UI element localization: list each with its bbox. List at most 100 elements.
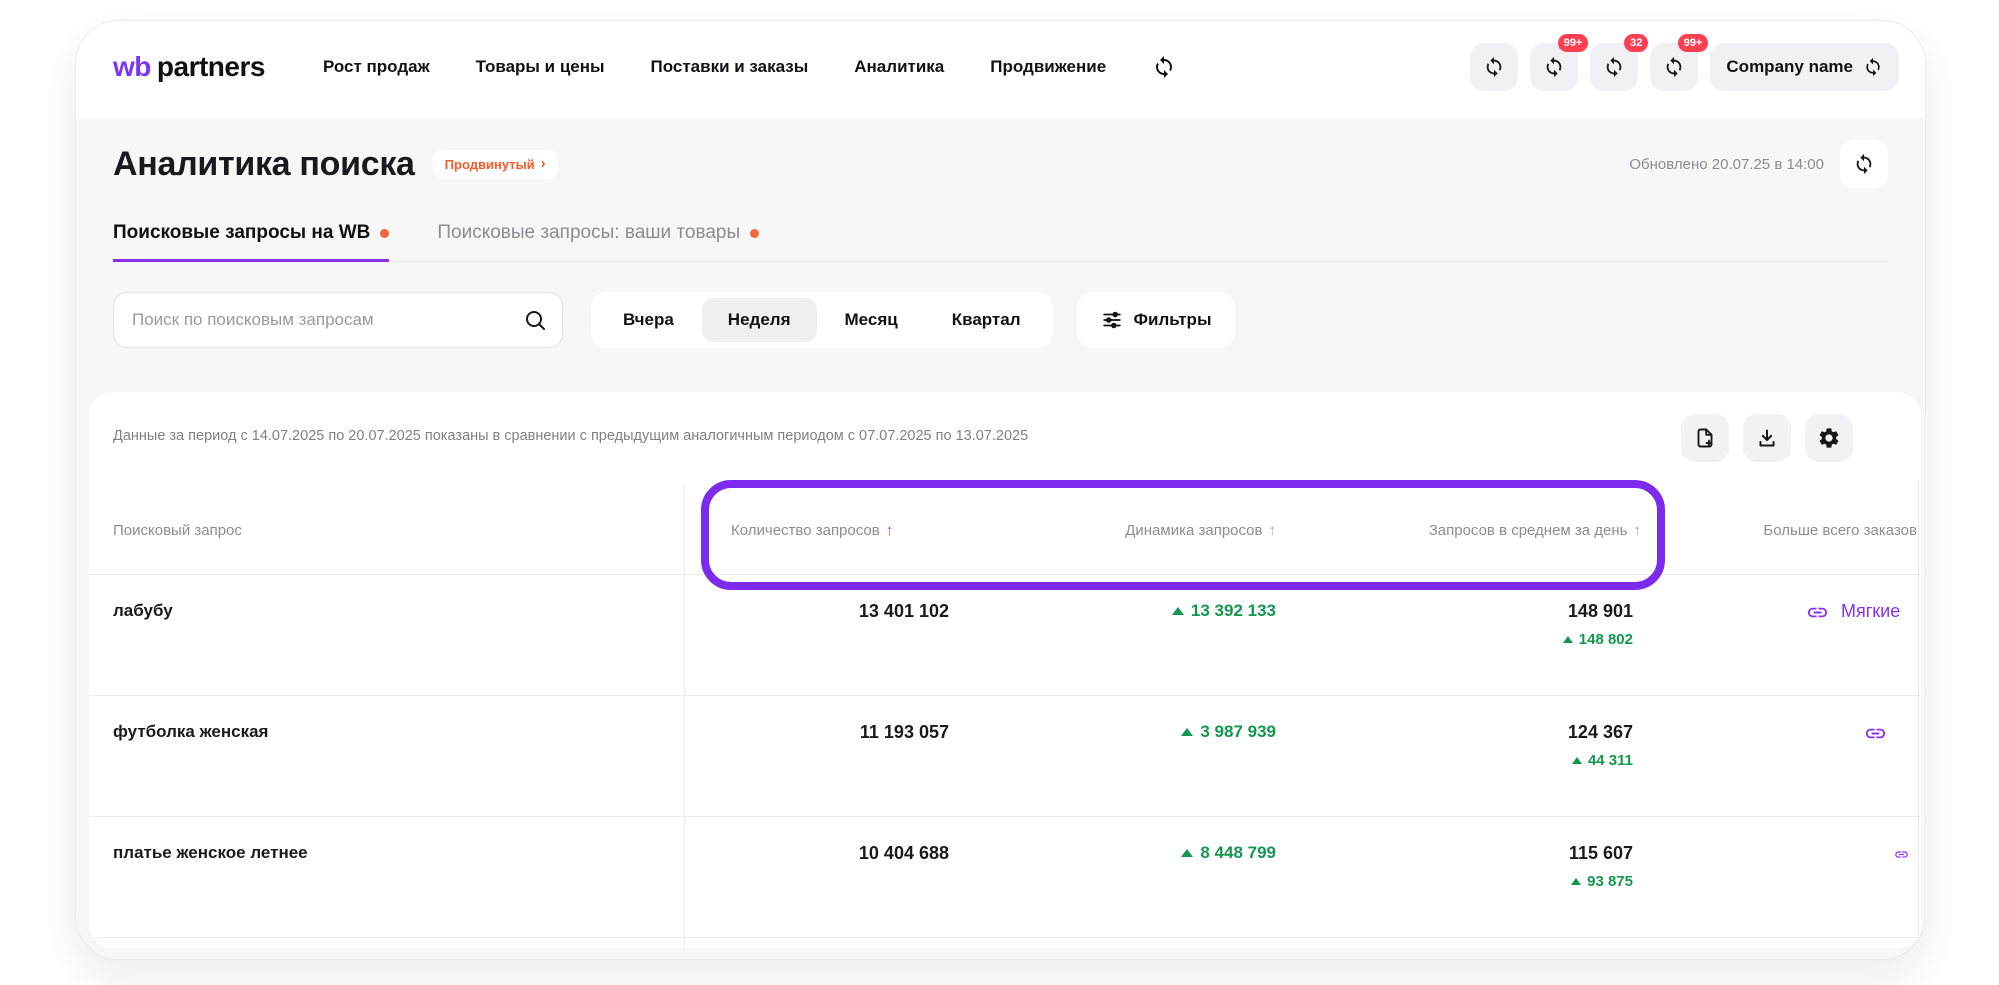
- tab-search-queries-your-goods[interactable]: Поисковые запросы: ваши товары: [437, 222, 759, 262]
- search-input[interactable]: [113, 292, 563, 348]
- settings-button[interactable]: [1805, 414, 1853, 462]
- nav-item-sales-growth[interactable]: Рост продаж: [323, 57, 430, 77]
- orders-cell[interactable]: [1659, 817, 1921, 937]
- avg-value: 148 901: [1334, 601, 1633, 622]
- up-arrow-icon: [1571, 878, 1581, 885]
- period-week-button[interactable]: Неделя: [702, 298, 817, 342]
- avg-delta: 44 311: [1334, 752, 1633, 769]
- period-segmented-control: Вчера Неделя Месяц Квартал: [591, 292, 1053, 348]
- period-quarter-button[interactable]: Квартал: [926, 298, 1047, 342]
- dynamics-cell: 8 448 799: [1014, 817, 1334, 937]
- up-arrow-icon: [1572, 757, 1582, 764]
- topbar-icon-button-4[interactable]: 99+: [1650, 43, 1698, 91]
- link-icon: [1806, 601, 1829, 624]
- up-arrow-icon: [1172, 607, 1184, 615]
- link-icon: [1864, 722, 1887, 745]
- controls-row: Вчера Неделя Месяц Квартал Фильтры: [113, 292, 1888, 348]
- refresh-button[interactable]: [1840, 140, 1888, 188]
- avg-delta-value: 93 875: [1587, 873, 1633, 890]
- period-month-button[interactable]: Месяц: [819, 298, 924, 342]
- column-header-query-count[interactable]: Количество запросов ↑: [684, 486, 1014, 574]
- orders-cell[interactable]: Мягкие: [1659, 575, 1921, 695]
- table-row[interactable]: футболка женская 11 193 057 3 987 939 12…: [89, 695, 1921, 816]
- search-icon[interactable]: [523, 308, 547, 332]
- page-title: Аналитика поиска: [113, 145, 415, 184]
- company-name-label: Company name: [1726, 57, 1853, 77]
- gear-icon: [1817, 426, 1841, 450]
- logo-partners: partners: [157, 51, 265, 83]
- column-header-query: Поисковый запрос: [89, 486, 684, 574]
- search-box: [113, 292, 563, 348]
- wb-partners-logo[interactable]: wbpartners: [113, 51, 265, 83]
- nav-item-goods-prices[interactable]: Товары и цены: [476, 57, 605, 77]
- column-header-query-dynamics[interactable]: Динамика запросов ↑: [1014, 486, 1334, 574]
- column-header-label: Запросов в среднем за день: [1429, 522, 1628, 539]
- column-header-avg-per-day[interactable]: Запросов в среднем за день ↑: [1334, 486, 1659, 574]
- avg-cell: 148 901 148 802: [1334, 575, 1659, 695]
- download-icon: [1755, 426, 1779, 450]
- nav-item-promotion[interactable]: Продвижение: [990, 57, 1106, 77]
- topbar-actions: 99+ 32 99+ Company name: [1470, 43, 1899, 91]
- table-header-row: Поисковый запрос Количество запросов ↑ Д…: [89, 486, 1921, 574]
- dynamics-cell: 13 392 133: [1014, 575, 1334, 695]
- screenshot-stage: wbpartners Рост продаж Товары и цены Пос…: [0, 0, 1999, 985]
- sync-icon: [1863, 57, 1883, 77]
- logo-wb: wb: [113, 51, 151, 83]
- column-header-label: Динамика запросов: [1125, 522, 1262, 539]
- advanced-plan-label: Продвинутый: [445, 157, 535, 172]
- queries-table: Поисковый запрос Количество запросов ↑ Д…: [89, 486, 1921, 948]
- updated-wrap: Обновлено 20.07.25 в 14:00: [1629, 140, 1888, 188]
- orders-link[interactable]: Мягкие: [1841, 601, 1900, 622]
- title-row: Аналитика поиска Продвинутый › Обновлено…: [113, 140, 1888, 188]
- period-note: Данные за период с 14.07.2025 по 20.07.2…: [113, 428, 1028, 444]
- avg-delta: 93 875: [1334, 873, 1633, 890]
- nav-item-supplies-orders[interactable]: Поставки и заказы: [651, 57, 809, 77]
- updated-timestamp: Обновлено 20.07.25 в 14:00: [1629, 156, 1824, 173]
- filters-button[interactable]: Фильтры: [1077, 292, 1236, 348]
- table-row[interactable]: лабубу 13 401 102 13 392 133 148 901 148…: [89, 574, 1921, 695]
- up-arrow-icon: [1181, 728, 1193, 736]
- notification-badge: 99+: [1558, 34, 1589, 52]
- dynamics-value: 8 448 799: [1200, 843, 1276, 862]
- topbar-icon-button-3[interactable]: 32: [1590, 43, 1638, 91]
- tab-search-queries-wb[interactable]: Поисковые запросы на WB: [113, 222, 389, 262]
- page-content: Аналитика поиска Продвинутый › Обновлено…: [76, 140, 1925, 948]
- topbar-icon-button-1[interactable]: [1470, 43, 1518, 91]
- query-cell: платье женское летнее: [89, 817, 684, 937]
- count-cell: 11 193 057: [684, 696, 1014, 816]
- notification-badge: 99+: [1678, 34, 1709, 52]
- table-row[interactable]: платье женское летнее 10 404 688 8 448 7…: [89, 816, 1921, 937]
- sort-arrow-up-icon: ↑: [886, 522, 894, 539]
- create-report-button[interactable]: [1681, 414, 1729, 462]
- chevron-right-icon: ›: [541, 159, 546, 169]
- column-header-most-orders: Больше всего заказов: [1659, 486, 1921, 574]
- count-cell: 10 404 688: [684, 817, 1014, 937]
- sync-icon: [1543, 56, 1565, 78]
- dynamics-value: 3 987 939: [1200, 722, 1276, 741]
- orders-cell[interactable]: [1659, 696, 1921, 816]
- tabs: Поисковые запросы на WB Поисковые запрос…: [113, 222, 1888, 262]
- dynamics-cell: 3 987 939: [1014, 696, 1334, 816]
- sync-icon[interactable]: [1152, 55, 1176, 79]
- nav-items: Рост продаж Товары и цены Поставки и зак…: [323, 55, 1176, 79]
- dynamics-value: 13 392 133: [1191, 601, 1276, 620]
- avg-delta: 148 802: [1334, 631, 1633, 648]
- up-arrow-icon: [1181, 849, 1193, 857]
- search-queries-table-card: Данные за период с 14.07.2025 по 20.07.2…: [89, 392, 1921, 948]
- column-header-label: Больше всего заказов: [1763, 522, 1917, 539]
- download-button[interactable]: [1743, 414, 1791, 462]
- nav-item-analytics[interactable]: Аналитика: [854, 57, 944, 77]
- period-yesterday-button[interactable]: Вчера: [597, 298, 700, 342]
- top-nav: wbpartners Рост продаж Товары и цены Пос…: [76, 21, 1925, 118]
- sort-arrow-up-icon: ↑: [1634, 522, 1642, 539]
- file-plus-icon: [1693, 426, 1717, 450]
- advanced-plan-badge[interactable]: Продвинутый ›: [433, 150, 558, 179]
- company-name-button[interactable]: Company name: [1710, 43, 1899, 91]
- sync-icon: [1663, 56, 1685, 78]
- sync-icon: [1603, 56, 1625, 78]
- topbar-icon-button-2[interactable]: 99+: [1530, 43, 1578, 91]
- query-cell: лабубу: [89, 575, 684, 695]
- clipped-table-row: [89, 937, 1921, 948]
- avg-value: 115 607: [1334, 843, 1633, 864]
- avg-delta-value: 148 802: [1579, 631, 1633, 648]
